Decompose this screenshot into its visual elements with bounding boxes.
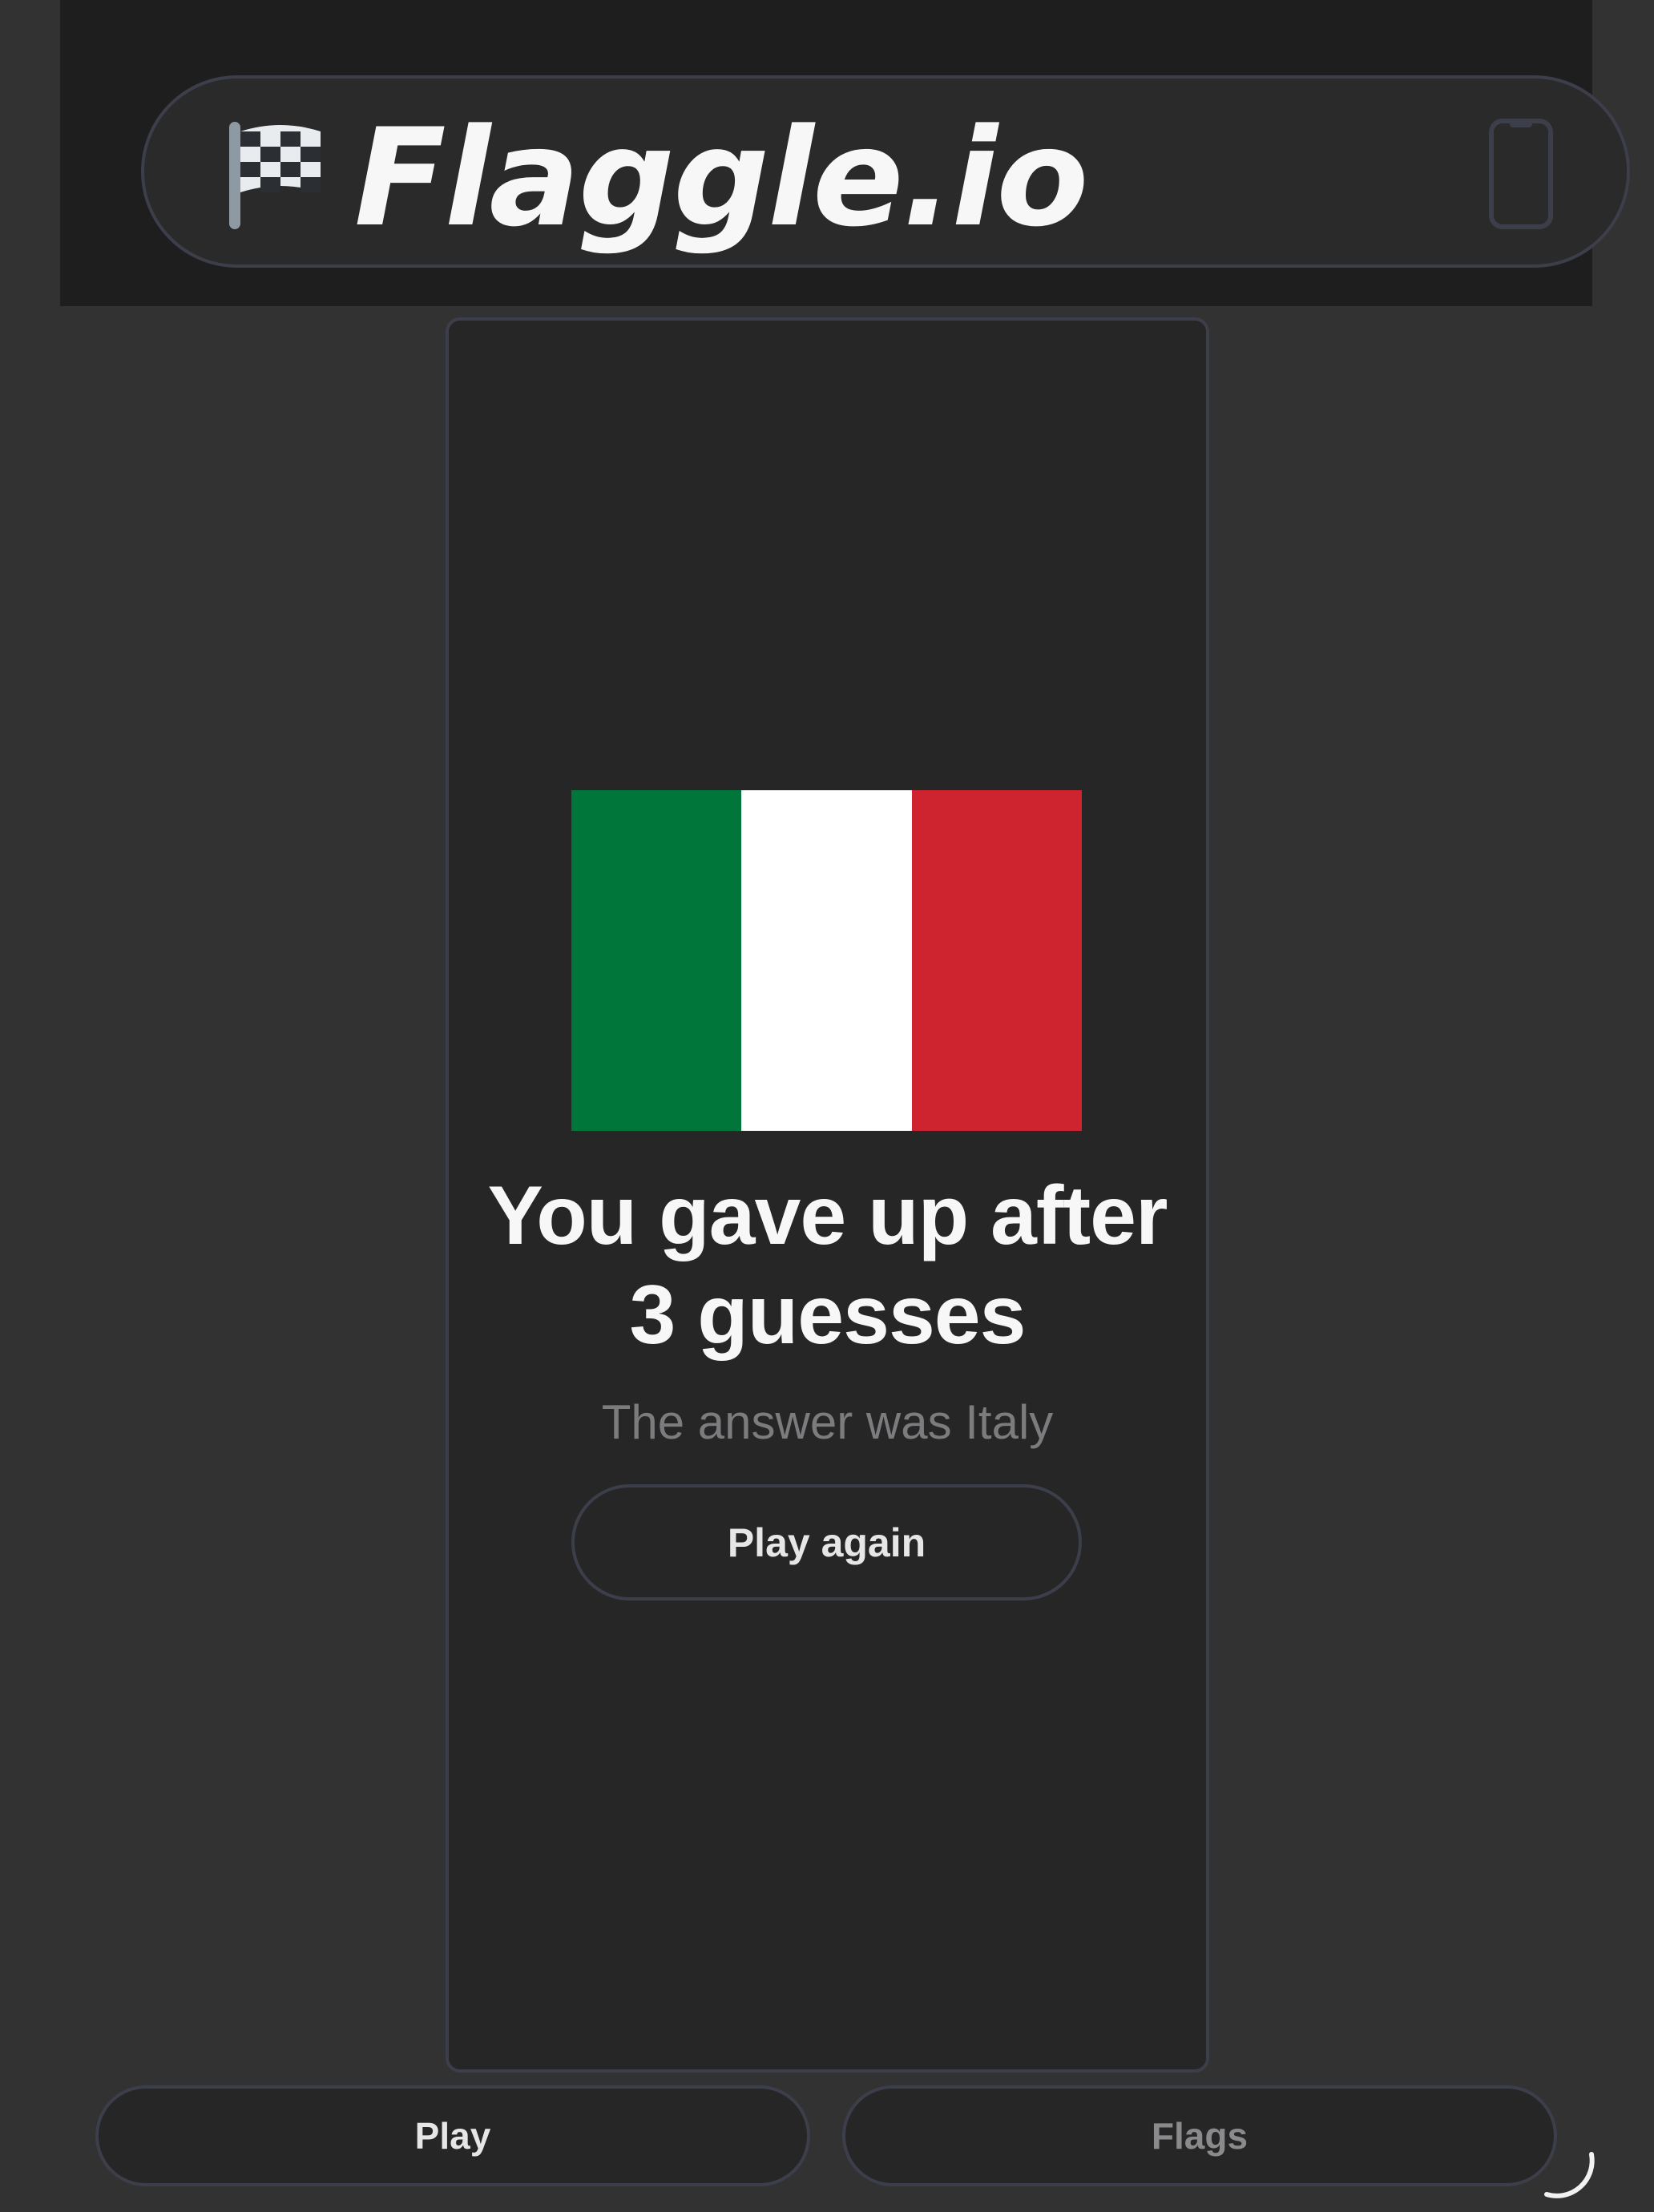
- loading-spinner-icon: [1544, 2152, 1595, 2198]
- result-headline: You gave up after 3 guesses: [487, 1169, 1168, 1362]
- nav-play-button[interactable]: Play: [95, 2085, 810, 2186]
- play-again-button[interactable]: Play again: [571, 1484, 1082, 1600]
- flag-stripe-red: [911, 790, 1082, 1131]
- answer-flag: [571, 790, 1082, 1131]
- flag-stripe-white: [741, 790, 912, 1131]
- logo-title[interactable]: Flaggle.io: [354, 111, 1089, 245]
- top-bar: Flaggle.io: [60, 0, 1630, 306]
- phone-icon[interactable]: [1489, 119, 1553, 229]
- flag-stripe-green: [571, 790, 742, 1131]
- nav-flags-button[interactable]: Flags: [842, 2085, 1557, 2186]
- answer-text: The answer was Italy: [601, 1395, 1054, 1449]
- checkered-flag-icon: [229, 122, 321, 229]
- header: Flaggle.io: [141, 75, 1630, 268]
